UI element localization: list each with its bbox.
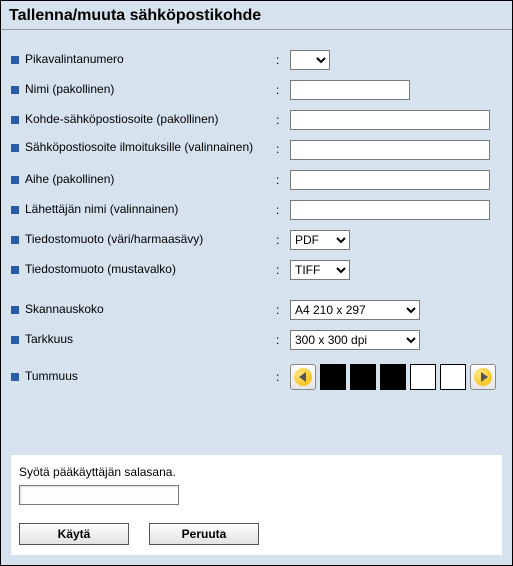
apply-button[interactable]: Käytä	[19, 523, 129, 545]
bullet-icon	[11, 306, 19, 314]
notify-email-input[interactable]	[290, 140, 490, 160]
sender-input[interactable]	[290, 200, 490, 220]
bullet-icon	[11, 266, 19, 274]
colon: :	[276, 53, 290, 67]
subject-input[interactable]	[290, 170, 490, 190]
label-subject: Aihe (pakollinen)	[25, 172, 114, 188]
darkness-level-2	[350, 364, 376, 390]
label-resolution: Tarkkuus	[25, 332, 73, 348]
bullet-icon	[11, 336, 19, 344]
bullet-icon	[11, 144, 19, 152]
name-input[interactable]	[290, 80, 410, 100]
admin-password-input[interactable]	[19, 485, 179, 505]
form-area: Pikavalintanumero : Nimi (pakollinen) :	[1, 30, 512, 390]
admin-password-prompt: Syötä pääkäyttäjän salasana.	[19, 465, 494, 479]
bullet-icon	[11, 56, 19, 64]
darkness-decrease-button[interactable]	[290, 364, 316, 390]
bullet-icon	[11, 373, 19, 381]
bullet-icon	[11, 86, 19, 94]
label-destemail: Kohde-sähköpostiosoite (pakollinen)	[25, 112, 218, 128]
format-bw-select[interactable]: TIFF	[290, 260, 350, 280]
bullet-icon	[11, 116, 19, 124]
darkness-increase-button[interactable]	[470, 364, 496, 390]
darkness-level-5	[440, 364, 466, 390]
label-scansize: Skannauskoko	[25, 302, 104, 318]
speeddial-select[interactable]	[290, 50, 330, 70]
format-color-select[interactable]: PDF	[290, 230, 350, 250]
label-name: Nimi (pakollinen)	[25, 82, 114, 98]
darkness-control	[290, 364, 502, 390]
dialog-title: Tallenna/muuta sähköpostikohde	[1, 1, 512, 30]
cancel-button[interactable]: Peruuta	[149, 523, 259, 545]
darkness-level-4	[410, 364, 436, 390]
bullet-icon	[11, 206, 19, 214]
darkness-level-3	[380, 364, 406, 390]
label-speeddial: Pikavalintanumero	[25, 52, 124, 68]
bullet-icon	[11, 236, 19, 244]
scansize-select[interactable]: A4 210 x 297	[290, 300, 420, 320]
label-darkness: Tummuus	[25, 369, 78, 385]
label-notifyemail: Sähköpostiosoite ilmoituksille (valinnai…	[25, 140, 253, 156]
resolution-select[interactable]: 300 x 300 dpi	[290, 330, 420, 350]
dest-email-input[interactable]	[290, 110, 490, 130]
label-sender: Lähettäjän nimi (valinnainen)	[25, 202, 178, 218]
email-destination-dialog: Tallenna/muuta sähköpostikohde Pikavalin…	[0, 0, 513, 566]
admin-area: Syötä pääkäyttäjän salasana. Käytä Peruu…	[11, 455, 502, 555]
label-formatcolor: Tiedostomuoto (väri/harmaasävy)	[25, 232, 203, 248]
darkness-level-1	[320, 364, 346, 390]
bullet-icon	[11, 176, 19, 184]
label-formatbw: Tiedostomuoto (mustavalko)	[25, 262, 176, 278]
